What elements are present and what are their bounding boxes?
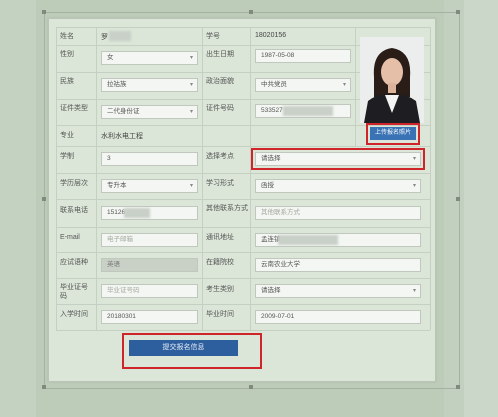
resize-handle-bl[interactable] (42, 385, 46, 389)
table-border (430, 27, 431, 330)
address-label: 通讯地址 (206, 234, 234, 241)
left-panel-strip (0, 0, 36, 417)
id-type-value: 二代身份证 (107, 108, 140, 115)
student-id-value: 18020156 (255, 32, 287, 39)
name-value: 罗 (101, 34, 108, 41)
portrait-image (360, 37, 424, 123)
enrollment-date-input[interactable]: 20180301 (101, 310, 198, 324)
name-label: 姓名 (60, 33, 74, 40)
chevron-down-icon: ▾ (189, 109, 193, 115)
table-row (56, 278, 430, 279)
chevron-down-icon: ▾ (189, 82, 193, 88)
gender-label: 性别 (60, 51, 74, 58)
exam-language-label: 应试语种 (60, 259, 88, 266)
graduation-cert-input[interactable]: 毕业证号码 (101, 284, 198, 298)
table-border (56, 27, 57, 330)
candidate-type-label: 考生类别 (206, 286, 234, 293)
redacted-id-number (283, 106, 333, 116)
phone-label: 联系电话 (60, 207, 88, 214)
resize-handle-l[interactable] (42, 197, 46, 201)
table-border (96, 27, 97, 330)
political-status-value: 中共党员 (261, 81, 287, 88)
ethnicity-label: 民族 (60, 78, 74, 85)
resize-handle-br[interactable] (456, 385, 460, 389)
chevron-down-icon: ▾ (189, 183, 193, 189)
right-background (464, 0, 498, 417)
highlight-submit (122, 333, 262, 369)
study-years-input[interactable]: 3 (101, 152, 198, 166)
table-row (56, 199, 430, 200)
major-label: 专业 (60, 132, 74, 139)
graduation-cert-label: 毕业证号码 (60, 284, 88, 300)
highlight-exam-site (251, 148, 425, 170)
resize-handle-r[interactable] (456, 197, 460, 201)
resize-handle-t[interactable] (249, 10, 253, 14)
table-border (355, 27, 356, 146)
education-level-label: 学历层次 (60, 180, 88, 187)
table-row (56, 227, 430, 228)
exam-language-input[interactable]: 英语 (101, 258, 198, 272)
table-border (250, 27, 251, 330)
political-status-select[interactable]: 中共党员 ▾ (255, 78, 351, 92)
resize-handle-tl[interactable] (42, 10, 46, 14)
resize-handle-tr[interactable] (456, 10, 460, 14)
gender-value: 女 (107, 54, 114, 61)
chevron-down-icon: ▾ (342, 82, 346, 88)
graduation-date-label: 毕业时间 (206, 311, 234, 318)
highlight-upload (366, 123, 420, 145)
candidate-type-value: 请选择 (261, 287, 281, 294)
resize-handle-b[interactable] (249, 385, 253, 389)
school-label: 在籍院校 (206, 259, 234, 266)
id-type-label: 证件类型 (60, 105, 88, 112)
ethnicity-value: 拉祜族 (107, 81, 127, 88)
graduation-date-input[interactable]: 2009-07-01 (255, 310, 421, 324)
table-row (56, 330, 430, 331)
enrollment-date-label: 入学时间 (60, 311, 88, 318)
ethnicity-select[interactable]: 拉祜族 ▾ (101, 78, 198, 92)
birth-date-label: 出生日期 (206, 51, 234, 58)
birth-date-input[interactable]: 1987-05-08 (255, 49, 351, 63)
table-row (56, 27, 430, 28)
study-mode-value: 函授 (261, 182, 274, 189)
applicant-photo (360, 37, 424, 123)
chevron-down-icon: ▾ (412, 288, 416, 294)
table-row (56, 252, 430, 253)
study-mode-select[interactable]: 函授 ▾ (255, 179, 421, 193)
education-level-value: 专升本 (107, 182, 127, 189)
email-label: E-mail (60, 234, 80, 241)
chevron-down-icon: ▾ (412, 183, 416, 189)
exam-site-label: 选择考点 (206, 153, 234, 160)
redacted-phone (124, 208, 150, 218)
redacted-name (109, 31, 131, 41)
email-input[interactable]: 电子邮箱 (101, 233, 198, 247)
redacted-address (278, 235, 338, 245)
table-row (56, 304, 430, 305)
other-contact-input[interactable]: 其他联系方式 (255, 206, 421, 220)
gender-select[interactable]: 女 ▾ (101, 51, 198, 65)
table-row (56, 173, 430, 174)
major-value: 水利水电工程 (101, 133, 143, 140)
school-input[interactable]: 云南农业大学 (255, 258, 421, 272)
chevron-down-icon: ▾ (189, 55, 193, 61)
study-years-label: 学制 (60, 153, 74, 160)
other-contact-label: 其他联系方式 (206, 205, 248, 212)
education-level-select[interactable]: 专升本 ▾ (101, 179, 198, 193)
political-status-label: 政治面貌 (206, 78, 234, 85)
student-id-label: 学号 (206, 33, 220, 40)
study-mode-label: 学习形式 (206, 180, 234, 187)
id-type-select[interactable]: 二代身份证 ▾ (101, 105, 198, 119)
id-number-label: 证件号码 (206, 105, 234, 112)
table-border (202, 27, 203, 330)
candidate-type-select[interactable]: 请选择 ▾ (255, 284, 421, 298)
table-row (56, 146, 430, 147)
